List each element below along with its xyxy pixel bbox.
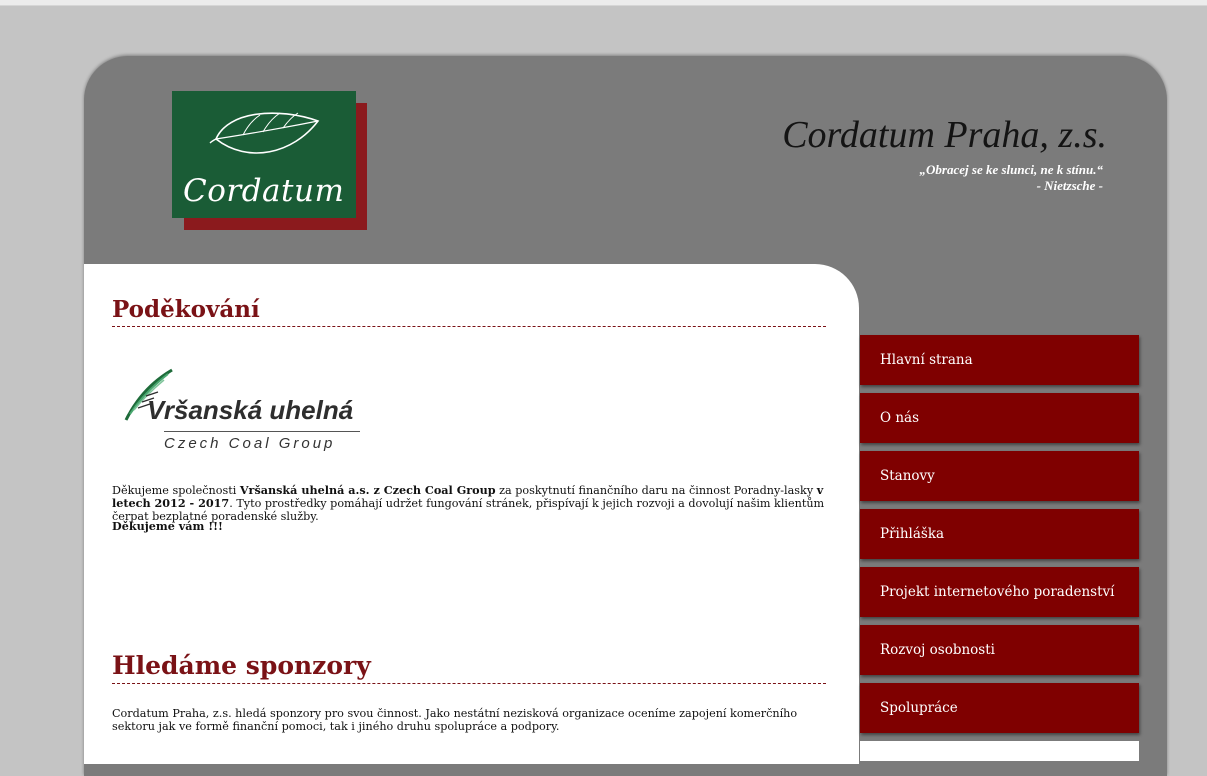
nav-panel-bottom bbox=[860, 741, 1139, 761]
nav-item-statutes[interactable]: Stanovy bbox=[860, 451, 1139, 501]
nav-item-cooperation[interactable]: Spolupráce bbox=[860, 683, 1139, 733]
main-nav: Hlavní strana O nás Stanovy Přihláška Pr… bbox=[860, 335, 1139, 741]
nav-item-personal-development[interactable]: Rozvoj osobnosti bbox=[860, 625, 1139, 675]
motto: „Obracej se ke slunci, ne k stínu.“ - Ni… bbox=[920, 162, 1103, 194]
browser-top-bar bbox=[0, 0, 1207, 6]
nav-item-about[interactable]: O nás bbox=[860, 393, 1139, 443]
sponsors-heading: Hledáme sponzory bbox=[112, 651, 826, 684]
sponsor-name: Vršanská uhelná a.s. z Czech Coal Group bbox=[239, 483, 496, 497]
sponsor-logo-sub: Czech Coal Group bbox=[164, 435, 336, 452]
sponsors-text: Cordatum Praha, z.s. hledá sponzory pro … bbox=[112, 707, 798, 733]
thanks-heading: Poděkování bbox=[112, 296, 826, 327]
sponsor-logo: Vršanská uhelná Czech Coal Group bbox=[120, 364, 370, 459]
nav-item-home[interactable]: Hlavní strana bbox=[860, 335, 1139, 385]
nav-item-online-counseling[interactable]: Projekt internetového poradenství bbox=[860, 567, 1139, 617]
motto-author: - Nietzsche - bbox=[1036, 178, 1103, 193]
motto-quote: „Obracej se ke slunci, ne k stínu.“ bbox=[919, 162, 1103, 177]
cordatum-logo[interactable]: Cordatum bbox=[172, 91, 356, 218]
thanks-text-part: za poskytnutí finančního daru na činnost… bbox=[495, 484, 817, 497]
logo-text: Cordatum bbox=[183, 173, 345, 209]
site-title: Cordatum Praha, z.s. bbox=[782, 114, 1107, 156]
sponsor-logo-divider bbox=[164, 431, 360, 432]
nav-item-application[interactable]: Přihláška bbox=[860, 509, 1139, 559]
leaf-icon bbox=[209, 112, 320, 154]
thanks-closing: Děkujeme vám !!! bbox=[112, 519, 223, 533]
sponsor-logo-name: Vršanská uhelná bbox=[147, 395, 354, 425]
thanks-text: Děkujeme společnosti Vršanská uhelná a.s… bbox=[112, 483, 832, 524]
